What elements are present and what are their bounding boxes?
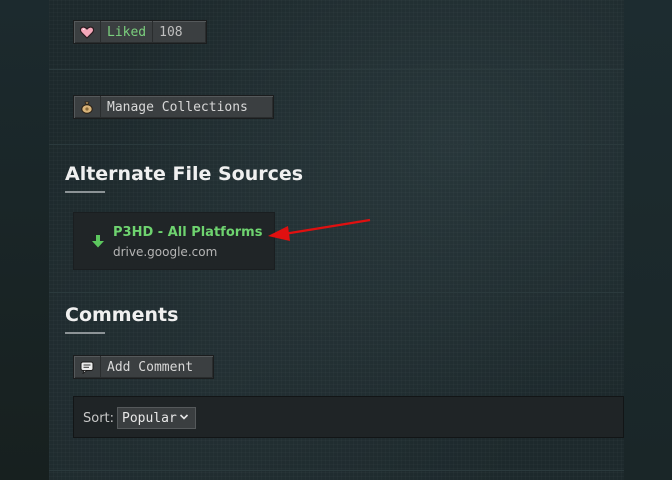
add-comment-label: Add Comment <box>107 359 194 375</box>
alt-source-item[interactable]: P3HD - All Platforms drive.google.com <box>73 212 275 270</box>
liked-label: Liked <box>107 24 147 40</box>
manage-collections-label: Manage Collections <box>107 99 248 115</box>
heart-icon <box>74 21 101 43</box>
right-gutter <box>624 0 672 480</box>
sort-select[interactable]: Popular <box>117 407 196 429</box>
annotation-arrow <box>268 218 371 241</box>
alt-source-title[interactable]: P3HD - All Platforms <box>113 225 262 240</box>
divider <box>49 292 624 293</box>
comments-heading: Comments <box>65 304 179 326</box>
liked-count: 108 <box>152 21 188 43</box>
divider <box>49 144 624 145</box>
chevron-down-icon <box>179 411 189 426</box>
manage-collections-button[interactable]: Manage Collections <box>73 95 274 119</box>
heading-underline <box>65 191 105 193</box>
sort-value: Popular <box>122 410 177 426</box>
speech-bubble-icon <box>74 356 101 378</box>
alt-source-host: drive.google.com <box>113 245 218 259</box>
heading-underline <box>65 332 105 334</box>
download-arrow-icon <box>92 233 104 252</box>
add-comment-button[interactable]: Add Comment <box>73 355 214 379</box>
left-gutter <box>0 0 49 480</box>
divider <box>49 69 624 70</box>
sort-bar: Sort: Popular <box>73 396 624 438</box>
divider <box>49 470 624 471</box>
alt-sources-heading: Alternate File Sources <box>65 163 304 185</box>
bag-icon <box>74 96 101 118</box>
sort-label: Sort: <box>83 411 115 426</box>
liked-button[interactable]: Liked 108 <box>73 20 207 44</box>
